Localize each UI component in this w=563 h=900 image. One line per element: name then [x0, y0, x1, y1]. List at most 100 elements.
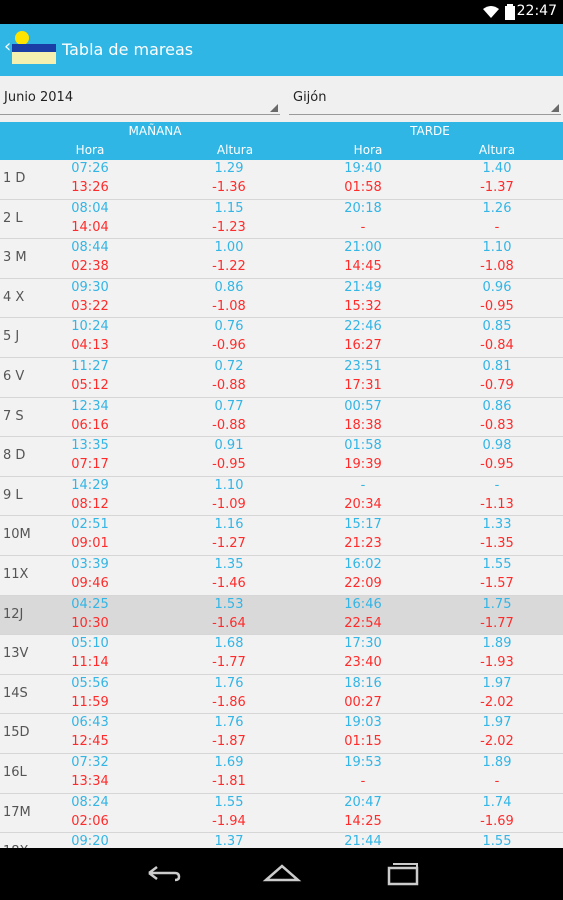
table-row[interactable]: 14S 05:56 11:59 1.76 -1.86 18:16 00:27 1.97 -2.0…: [0, 674, 563, 715]
low-tide-value: -1.57: [480, 575, 514, 591]
table-row[interactable]: 4 X 09:30 03:22 0.86 -1.08 21:49 15:32 0.96 -0.9…: [0, 278, 563, 319]
high-tide-value: 1.37: [214, 834, 244, 848]
table-row[interactable]: 17M 08:24 02:06 1.55 -1.94 20:47 14:25 1.74 -1.6…: [0, 793, 563, 834]
high-tide-value: 0.77: [214, 398, 244, 414]
header-altura-afternoon: Altura: [478, 143, 516, 157]
low-tide-value: 15:32: [344, 298, 382, 314]
table-row[interactable]: 18X09:2002:591.37-1.7821:4415:211.55-1.5…: [0, 833, 563, 848]
battery-icon: [505, 4, 515, 20]
high-tide-value: 06:43: [71, 715, 109, 731]
table-row[interactable]: 9 L 14:29 08:12 1.10 -1.09 - 20:34 - -1.13: [0, 476, 563, 517]
high-tide-value: 1.97: [482, 675, 512, 691]
tide-table[interactable]: 1 D 07:26 13:26 1.29 -1.36 19:40 01:58 1.40 -1.3…: [0, 160, 563, 848]
high-tide-value: 07:32: [71, 754, 109, 770]
place-spinner[interactable]: Gijón: [289, 86, 561, 115]
high-tide-value: 00:57: [344, 398, 382, 414]
high-tide-value: 21:44: [344, 834, 382, 848]
table-row[interactable]: 5 J 10:24 04:13 0.76 -0.96 22:46 16:27 0.85 -0.8…: [0, 318, 563, 358]
day-label: 9 L: [3, 487, 23, 503]
high-tide-value: 08:44: [71, 240, 109, 256]
low-tide-value: 05:12: [71, 377, 109, 393]
low-tide-value: 13:26: [71, 180, 109, 195]
app-logo[interactable]: [10, 30, 58, 70]
table-row[interactable]: 16L 07:32 13:34 1.69 -1.81 19:53 - 1.89 -: [0, 753, 563, 794]
low-tide-value: -0.84: [480, 338, 514, 354]
high-tide-value: 0.86: [214, 279, 244, 295]
low-tide-value: 18:38: [344, 417, 382, 433]
low-tide-value: -0.95: [480, 298, 514, 314]
low-tide-value: 20:34: [344, 496, 382, 512]
low-tide-value: -1.36: [212, 180, 246, 195]
high-tide-value: 1.53: [214, 596, 244, 612]
low-tide-value: -1.87: [212, 734, 246, 750]
table-row[interactable]: 15D 06:43 12:45 1.76 -1.87 19:03 01:15 1.97 -2.0…: [0, 714, 563, 754]
table-row[interactable]: 8 D 13:35 07:17 0.91 -0.95 01:58 19:39 0.98 -0.9…: [0, 437, 563, 477]
low-tide-value: -0.79: [480, 377, 514, 393]
high-tide-value: 04:25: [71, 596, 109, 612]
table-row[interactable]: 13V 05:10 11:14 1.68 -1.77 17:30 23:40 1.89 -1.9…: [0, 635, 563, 675]
high-tide-value: 1.89: [482, 636, 512, 652]
high-tide-value: 14:29: [71, 477, 109, 493]
low-tide-value: -0.83: [480, 417, 514, 433]
low-tide-value: 02:06: [71, 813, 109, 829]
high-tide-value: 0.76: [214, 319, 244, 335]
high-tide-value: 19:03: [344, 715, 382, 731]
table-row[interactable]: 7 S 12:34 06:16 0.77 -0.88 00:57 18:38 0.86 -0.8…: [0, 397, 563, 438]
high-tide-value: 16:46: [344, 596, 382, 612]
header-hora-morning: Hora: [75, 143, 105, 157]
day-label: 11X: [3, 566, 29, 582]
high-tide-value: 17:30: [344, 636, 382, 652]
table-row[interactable]: 2 L 08:04 14:04 1.15 -1.23 20:18 - 1.26 -: [0, 199, 563, 240]
home-icon[interactable]: [262, 858, 302, 888]
table-row[interactable]: 1 D 07:26 13:26 1.29 -1.36 19:40 01:58 1.40 -1.3…: [0, 160, 563, 200]
day-label: 1 D: [3, 171, 26, 186]
low-tide-value: -1.81: [212, 773, 246, 789]
high-tide-value: 0.81: [482, 358, 512, 374]
low-tide-value: 19:39: [344, 457, 382, 473]
low-tide-value: -0.95: [480, 457, 514, 473]
low-tide-value: 08:12: [71, 496, 109, 512]
low-tide-value: -0.88: [212, 377, 246, 393]
low-tide-value: 14:45: [344, 259, 382, 275]
low-tide-value: 22:54: [344, 615, 382, 631]
back-icon[interactable]: [143, 858, 183, 888]
day-label: 7 S: [3, 408, 24, 424]
table-row[interactable]: 3 M 08:44 02:38 1.00 -1.22 21:00 14:45 1.10 -1.0…: [0, 239, 563, 279]
low-tide-value: -1.69: [480, 813, 514, 829]
high-tide-value: 1.40: [482, 161, 512, 176]
low-tide-value: -0.88: [212, 417, 246, 433]
low-tide-value: -: [494, 219, 500, 235]
low-tide-value: -: [360, 773, 366, 789]
high-tide-value: 21:00: [344, 240, 382, 256]
high-tide-value: 1.75: [482, 596, 512, 612]
wifi-icon: [483, 6, 499, 18]
low-tide-value: 16:27: [344, 338, 382, 354]
table-row[interactable]: 10M 02:51 09:01 1.16 -1.27 15:17 21:23 1.33 -1.3…: [0, 516, 563, 556]
low-tide-value: 11:59: [71, 694, 109, 710]
day-label: 14S: [3, 685, 28, 701]
table-row[interactable]: 11X 03:39 09:46 1.35 -1.46 16:02 22:09 1.55 -1.5…: [0, 555, 563, 596]
low-tide-value: -1.86: [212, 694, 246, 710]
high-tide-value: 1.26: [482, 200, 512, 216]
high-tide-value: 09:20: [71, 834, 109, 848]
low-tide-value: -1.35: [480, 536, 514, 552]
recent-apps-icon[interactable]: [383, 858, 423, 888]
low-tide-value: -0.95: [212, 457, 246, 473]
low-tide-value: -1.08: [480, 259, 514, 275]
high-tide-value: 18:16: [344, 675, 382, 691]
high-tide-value: 1.10: [482, 240, 512, 256]
low-tide-value: -1.13: [480, 496, 514, 512]
table-row[interactable]: 12J 04:25 10:30 1.53 -1.64 16:46 22:54 1.75 -1.7…: [0, 595, 563, 636]
high-tide-value: 08:04: [71, 200, 109, 216]
high-tide-value: 0.72: [214, 358, 244, 374]
low-tide-value: 23:40: [344, 655, 382, 671]
spinner-arrow-icon: [270, 104, 278, 112]
low-tide-value: 22:09: [344, 575, 382, 591]
spinner-arrow-icon: [551, 104, 559, 112]
low-tide-value: 09:01: [71, 536, 109, 552]
table-row[interactable]: 6 V 11:27 05:12 0.72 -0.88 23:51 17:31 0.81 -0.7…: [0, 357, 563, 398]
status-bar: 22:47: [0, 0, 563, 24]
high-tide-value: 07:26: [71, 161, 109, 176]
header-afternoon: TARDE: [410, 124, 450, 138]
month-spinner[interactable]: Junio 2014: [0, 86, 280, 115]
